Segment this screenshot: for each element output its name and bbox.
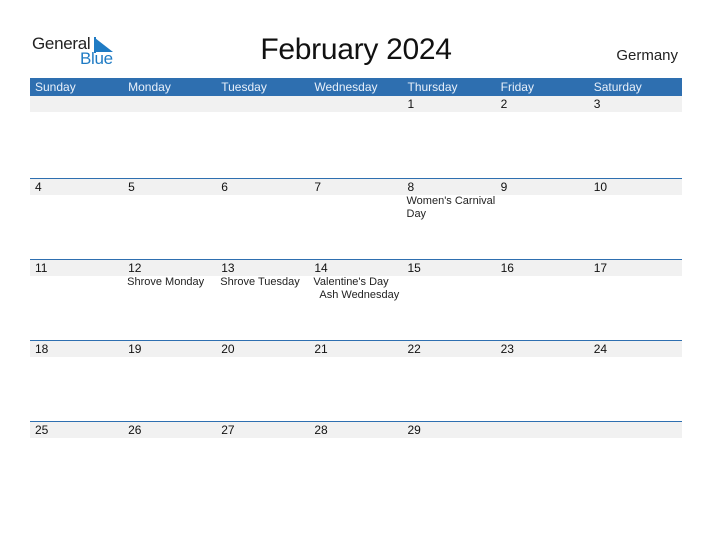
weekday-monday: Monday (128, 80, 171, 94)
day-number: 27 (221, 423, 235, 437)
day-cell (30, 96, 123, 112)
day-cell: 16 (496, 260, 589, 302)
day-number: 6 (221, 180, 228, 194)
day-cell: 18 (30, 341, 123, 357)
week-cells: 25 26 27 28 29 (30, 422, 682, 438)
day-number (216, 96, 309, 112)
weekday-saturday: Saturday (593, 80, 642, 94)
holiday-label: Shrove Tuesday (220, 276, 300, 288)
day-cell: 1 (403, 96, 496, 112)
week-cells: 1 2 3 (30, 96, 682, 112)
day-number: 24 (593, 342, 608, 356)
week-row: 11 12 Shrove Monday 13 Shrove Tuesday 14 Valen… (30, 259, 682, 340)
day-cell: 9 (496, 179, 589, 221)
holiday-label: Valentine's Day (313, 276, 389, 288)
day-cell: 10 (589, 179, 682, 221)
day-number: 21 (314, 342, 328, 356)
day-number: 22 (407, 342, 421, 356)
day-cell: 13 Shrove Tuesday (216, 260, 309, 302)
day-cell (123, 96, 216, 112)
holiday-label: Day (406, 208, 427, 220)
week-cells: 4 5 6 7 8 Women's Carnival Day 9 10 (30, 179, 682, 221)
weekday-thursday: Thursday (407, 80, 458, 94)
day-number: 13 (221, 261, 235, 275)
day-number (30, 96, 123, 112)
day-cell: 21 (309, 341, 402, 357)
day-number: 8 (407, 180, 415, 194)
day-number: 14 (314, 261, 328, 275)
day-cell: 11 (30, 260, 123, 302)
day-number: 5 (128, 180, 135, 194)
day-number: 1 (407, 97, 415, 111)
weekday-header: Sunday Monday Tuesday Wednesday Thursday… (30, 78, 682, 96)
weekday-wednesday: Wednesday (314, 80, 378, 94)
week-row: 1 2 3 (30, 96, 682, 177)
day-cell (589, 422, 682, 438)
day-number (123, 96, 216, 112)
day-number: 15 (407, 261, 421, 275)
day-number: 29 (407, 423, 421, 437)
day-cell: 3 (589, 96, 682, 112)
day-cell: 14 Valentine's Day Ash Wednesday (309, 260, 402, 302)
day-number (589, 422, 682, 438)
day-number: 20 (221, 342, 235, 356)
day-cell: 2 (496, 96, 589, 112)
holiday-label: Ash Wednesday (319, 289, 400, 301)
day-cell: 27 (216, 422, 309, 438)
day-number: 17 (593, 261, 608, 275)
day-number: 3 (593, 97, 601, 111)
week-row: 4 5 6 7 8 Women's Carnival Day 9 10 (30, 178, 682, 259)
day-cell (496, 422, 589, 438)
day-cell: 24 (589, 341, 682, 357)
day-cell: 20 (216, 341, 309, 357)
day-number: 28 (314, 423, 328, 437)
day-cell: 26 (123, 422, 216, 438)
day-cell: 15 (403, 260, 496, 302)
day-number: 26 (128, 423, 142, 437)
day-number: 12 (128, 261, 142, 275)
day-number: 10 (593, 180, 608, 194)
calendar-title: February 2024 (260, 33, 452, 66)
day-number: 19 (128, 342, 142, 356)
day-number: 9 (500, 180, 508, 194)
day-cell: 17 (589, 260, 682, 302)
week-row: 18 19 20 21 22 23 24 (30, 340, 682, 421)
day-cell: 4 (30, 179, 123, 221)
weekday-sunday: Sunday (35, 80, 76, 94)
day-number (496, 422, 589, 438)
day-cell (309, 96, 402, 112)
day-cell: 8 Women's Carnival Day (403, 179, 496, 221)
day-cell: 7 (309, 179, 402, 221)
country-label: Germany (616, 47, 678, 64)
day-cell: 5 (123, 179, 216, 221)
week-cells: 11 12 Shrove Monday 13 Shrove Tuesday 14 Valen… (30, 260, 682, 302)
week-row: 25 26 27 28 29 (30, 421, 682, 502)
day-cell: 12 Shrove Monday (123, 260, 216, 302)
day-cell: 22 (403, 341, 496, 357)
day-number: 11 (35, 261, 48, 275)
day-cell: 19 (123, 341, 216, 357)
day-number: 4 (35, 180, 42, 194)
day-number: 7 (314, 180, 322, 194)
week-cells: 18 19 20 21 22 23 24 (30, 341, 682, 357)
day-cell: 25 (30, 422, 123, 438)
day-number: 2 (500, 97, 508, 111)
day-cell: 23 (496, 341, 589, 357)
day-cell: 6 (216, 179, 309, 221)
weekday-tuesday: Tuesday (221, 80, 267, 94)
day-cell (216, 96, 309, 112)
day-cell: 29 (403, 422, 496, 438)
day-cell: 28 (309, 422, 402, 438)
day-number (309, 96, 402, 112)
holiday-label: Shrove Monday (127, 276, 205, 288)
day-number: 25 (35, 423, 49, 437)
day-number: 23 (500, 342, 514, 356)
weekday-friday: Friday (500, 80, 534, 94)
day-number: 16 (500, 261, 514, 275)
holiday-label: Women's Carnival (406, 195, 496, 207)
day-number: 18 (35, 342, 49, 356)
